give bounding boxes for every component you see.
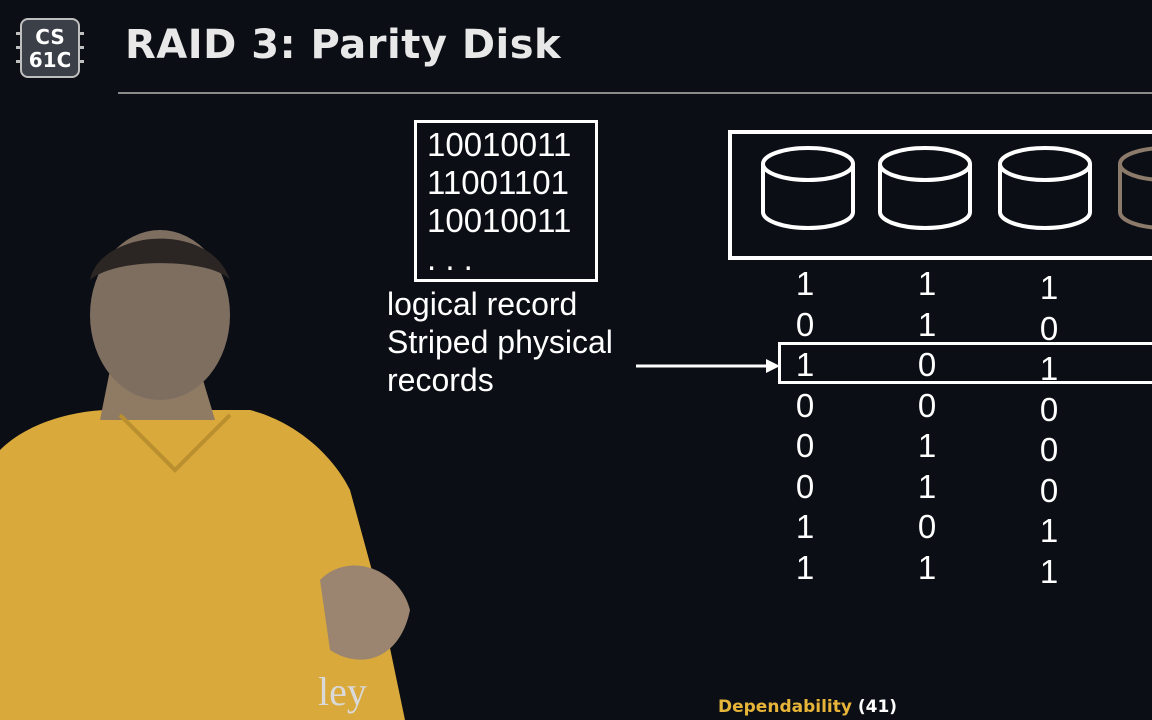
- disk-bit: 0: [917, 508, 937, 545]
- disk-bit: 0: [795, 427, 815, 464]
- disk-bit: 0: [1039, 471, 1059, 509]
- disk-icon: [878, 146, 972, 230]
- footer-page: (41): [857, 697, 898, 717]
- speaker-hand: [320, 565, 410, 660]
- striped-label-line-2: records: [387, 362, 494, 398]
- berkeley-watermark: ley: [318, 669, 367, 714]
- striped-record-highlight: [778, 342, 1152, 384]
- disk-bit: 0: [795, 305, 815, 343]
- disk-bit: 1: [795, 508, 815, 545]
- disk-bit: 1: [1039, 350, 1059, 387]
- slide-title: RAID 3: Parity Disk: [125, 22, 562, 68]
- disk-bit: 1: [917, 265, 937, 302]
- disk-bit: 1: [795, 346, 815, 383]
- disk-bit: 1: [1039, 552, 1059, 590]
- record-line: 10010011: [427, 126, 572, 163]
- arrow-icon: [636, 359, 780, 373]
- disk-bit: 1: [917, 427, 937, 464]
- logo-line-1: CS: [35, 25, 65, 49]
- striped-label-line-1: Striped physical: [387, 324, 613, 360]
- disk-bit: 1: [1039, 269, 1059, 306]
- disk-bit: 0: [1039, 431, 1059, 468]
- title-divider: [118, 92, 1152, 94]
- disk-bit: 0: [795, 467, 815, 505]
- disk-bit: 1: [917, 467, 937, 505]
- disk-bit: 1: [795, 548, 815, 586]
- logo-line-2: 61C: [28, 48, 72, 72]
- disk-bit: 0: [1039, 390, 1059, 428]
- slide-footer: Dependability (41): [718, 697, 897, 717]
- disk-bit: 0: [917, 346, 937, 383]
- record-line: 11001101: [427, 164, 569, 201]
- disk-icon: [761, 146, 855, 230]
- disk-bit: 0: [1039, 309, 1059, 347]
- disk-bit: 1: [795, 265, 815, 302]
- logical-record-box: 10010011 11001101 10010011 . . .: [414, 120, 598, 282]
- disk-bit: 1: [917, 548, 937, 586]
- disk-bit: 1: [1039, 512, 1059, 549]
- disk-icon: [998, 146, 1092, 230]
- record-line: 10010011: [427, 202, 572, 239]
- parity-disk-icon: [1118, 146, 1152, 230]
- disk-bit: 0: [917, 386, 937, 424]
- disk-bit: 0: [795, 386, 815, 424]
- record-ellipsis: . . .: [427, 240, 473, 277]
- disk-bit: 1: [917, 305, 937, 343]
- speaker-video-overlay: [0, 230, 410, 720]
- disk-cylinders: [761, 146, 1152, 230]
- cs61c-logo: CS 61C: [16, 18, 84, 78]
- logical-record-label: logical record: [387, 286, 578, 322]
- footer-topic: Dependability: [718, 697, 852, 717]
